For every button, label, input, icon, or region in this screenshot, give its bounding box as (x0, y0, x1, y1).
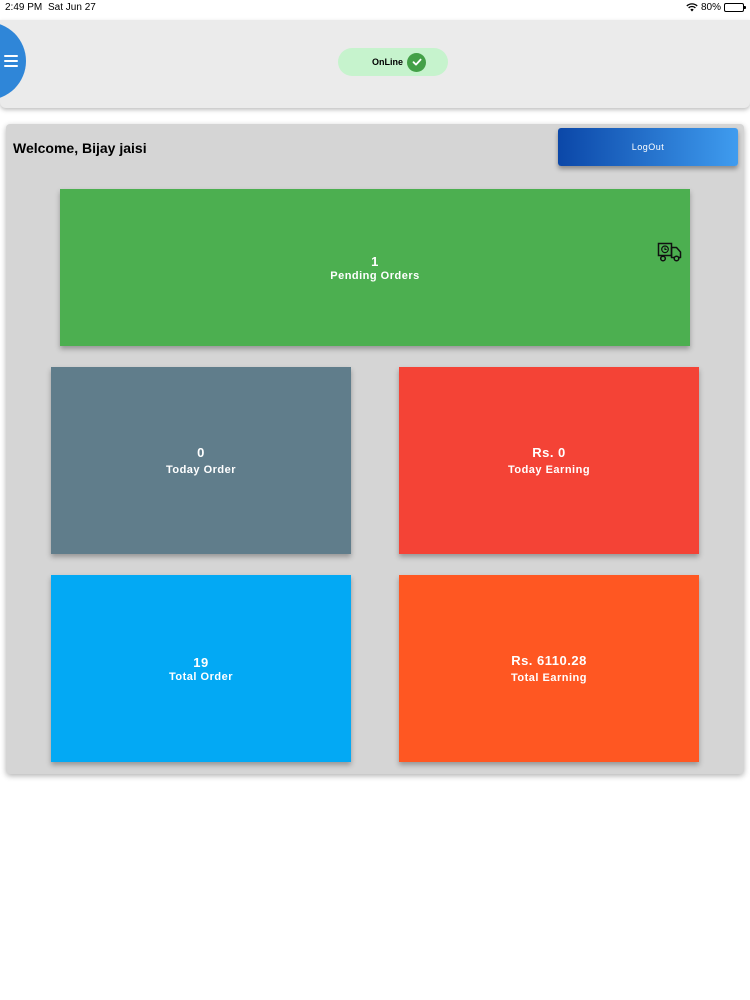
welcome-text: Welcome, Bijay jaisi (13, 140, 147, 156)
truck-icon (657, 241, 683, 268)
total-earning-card[interactable]: Rs. 6110.28 Total Earning (399, 575, 699, 762)
status-date: Sat Jun 27 (48, 2, 96, 13)
app-bar: OnLine (0, 20, 750, 108)
menu-button[interactable] (0, 22, 26, 100)
total-order-card[interactable]: 19 Total Order (51, 575, 351, 762)
pending-orders-card[interactable]: 1 Pending Orders (60, 189, 690, 346)
status-indicators: 80% (686, 2, 746, 13)
total-earning-label: Total Earning (511, 672, 587, 684)
online-status-label: OnLine (372, 57, 403, 67)
status-time: 2:49 PM (5, 2, 43, 13)
today-order-label: Today Order (165, 464, 237, 476)
logout-button[interactable]: LogOut (558, 128, 738, 166)
today-earning-label: Today Earning (507, 464, 591, 476)
pending-orders-label: Pending Orders (330, 269, 420, 282)
status-bar: 2:49 PM Sat Jun 27 80% (0, 0, 750, 18)
check-icon (407, 52, 426, 72)
total-order-label: Total Order (169, 670, 233, 683)
today-earning-value: Rs. 0 (532, 445, 566, 460)
wifi-icon (686, 3, 698, 12)
today-order-value: 0 (197, 445, 205, 460)
total-earning-value: Rs. 6110.28 (511, 653, 587, 668)
today-earning-card[interactable]: Rs. 0 Today Earning (399, 367, 699, 554)
pending-orders-value: 1 (371, 253, 379, 269)
battery-icon (724, 3, 746, 12)
battery-percent: 80% (700, 2, 721, 13)
today-order-card[interactable]: 0 Today Order (51, 367, 351, 554)
dashboard-panel: Welcome, Bijay jaisi LogOut 1 Pending Or… (6, 124, 744, 774)
online-status-toggle[interactable]: OnLine (338, 48, 448, 76)
total-order-value: 19 (193, 654, 209, 670)
menu-icon (4, 55, 18, 67)
